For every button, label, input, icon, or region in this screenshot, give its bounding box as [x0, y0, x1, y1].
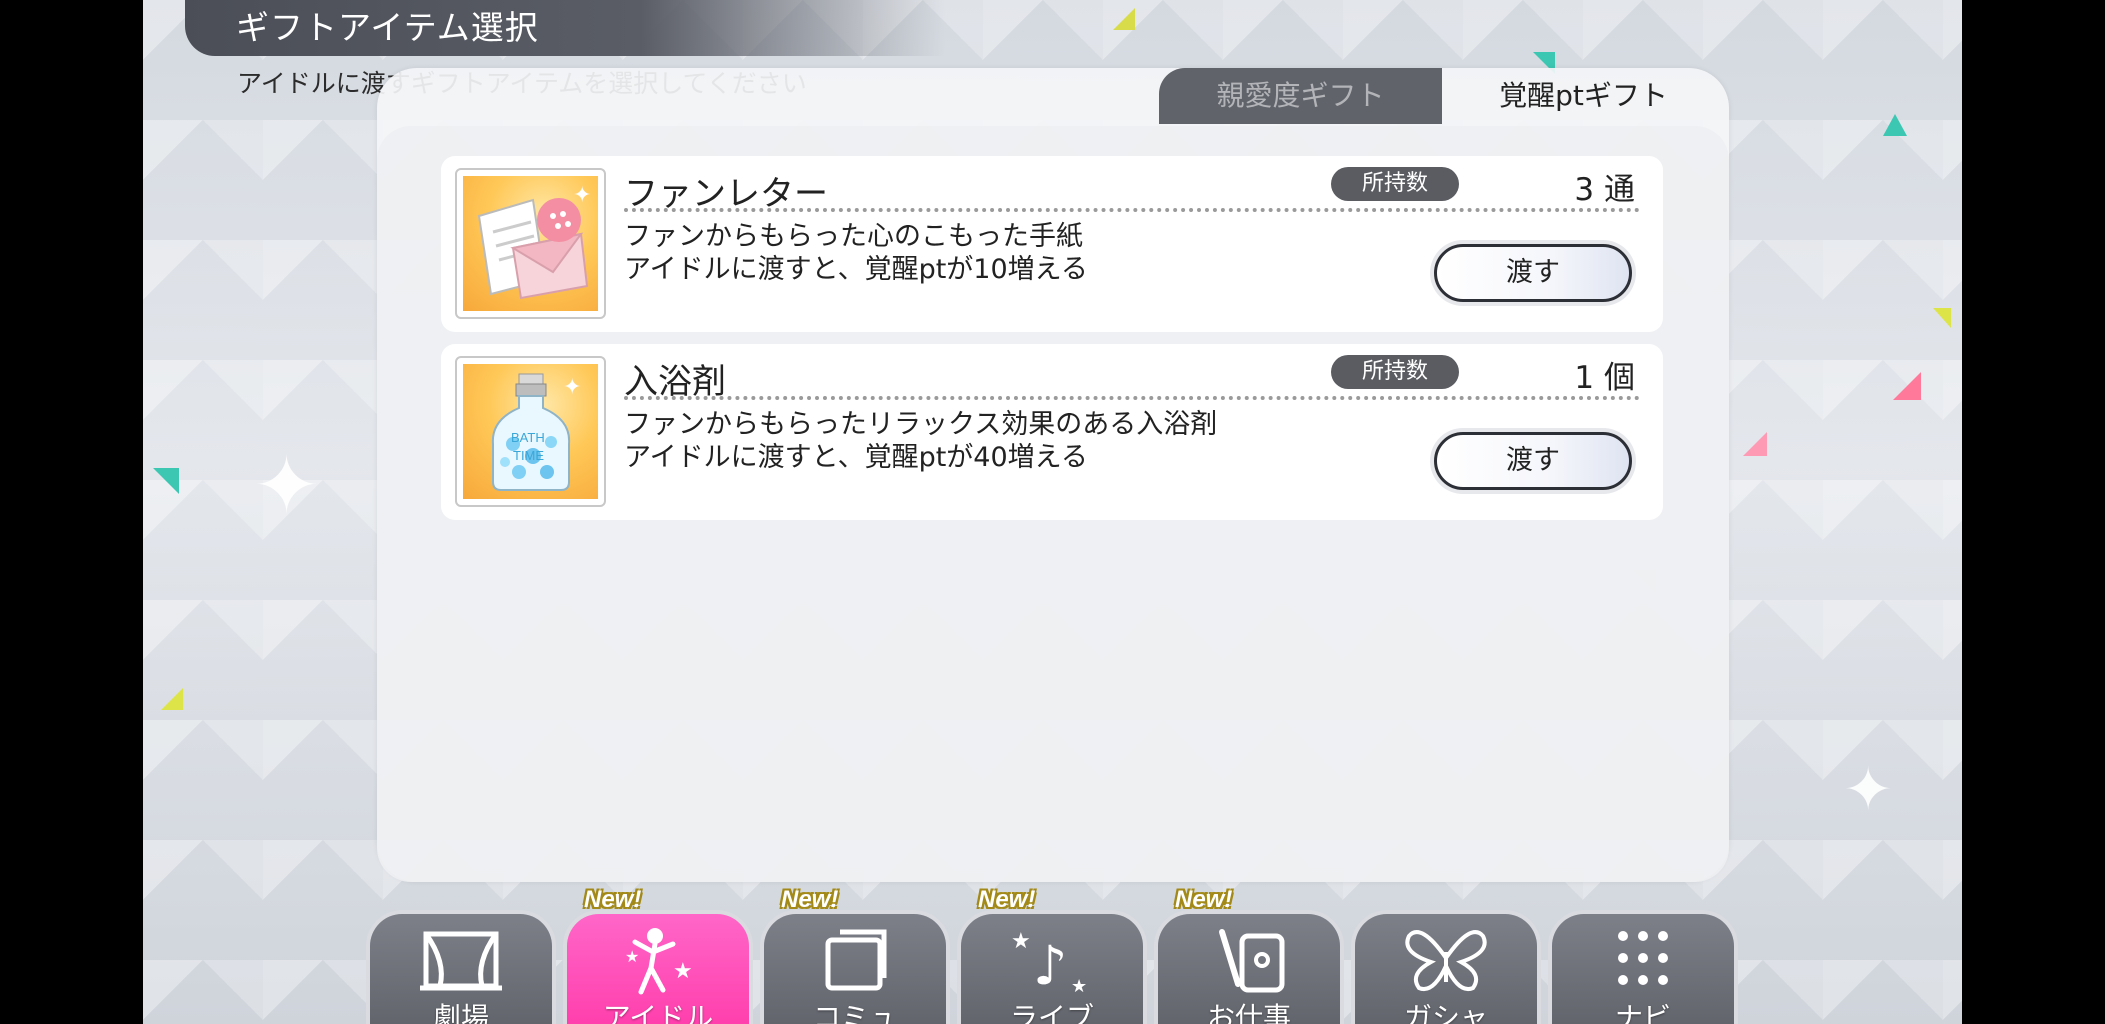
give-button[interactable]: 渡す: [1434, 432, 1632, 490]
confetti-decoration: [1743, 432, 1767, 456]
item-description-line: アイドルに渡すと、覚醒ptが40増える: [624, 442, 1088, 473]
give-button[interactable]: 渡す: [1434, 244, 1632, 302]
nav-theater[interactable]: 劇場: [366, 910, 556, 1024]
item-description-line: ファンからもらったリラックス効果のある入浴剤: [624, 409, 1218, 440]
new-badge: New!: [1175, 886, 1233, 913]
svg-text:♪: ♪: [1033, 934, 1067, 996]
fan-letter-icon: ✦: [477, 183, 591, 300]
idol-icon: ★ ★: [625, 928, 693, 995]
new-badge: New!: [584, 886, 642, 913]
nav-work[interactable]: お仕事: [1154, 910, 1344, 1024]
nav-idol[interactable]: ★ ★ アイドル: [563, 910, 753, 1024]
svg-text:★: ★: [1011, 929, 1031, 954]
divider: [624, 396, 1640, 400]
item-description-line: ファンからもらった心のこもった手紙: [624, 221, 1083, 252]
new-badge: New!: [781, 886, 839, 913]
owned-count-badge: 所持数: [1331, 167, 1459, 201]
item-description: ファンからもらった心のこもった手紙 アイドルに渡すと、覚醒ptが10増える: [624, 220, 1088, 286]
theater-icon: [420, 931, 502, 991]
svg-text:BATH: BATH: [511, 430, 545, 445]
svg-text:TIME: TIME: [513, 448, 544, 463]
svg-text:★: ★: [1071, 976, 1087, 996]
item-description-line: アイドルに渡すと、覚醒ptが10増える: [624, 254, 1088, 285]
tab-affinity-gift[interactable]: 親愛度ギフト: [1159, 68, 1442, 124]
confetti-decoration: [1883, 114, 1907, 136]
svg-text:★: ★: [673, 959, 693, 984]
work-icon: [1219, 929, 1285, 993]
nav-navi[interactable]: ナビ: [1548, 910, 1738, 1024]
bath-salt-thumbnail: BATH TIME ✦: [455, 356, 606, 507]
nav-label: アイドル: [602, 1001, 714, 1024]
svg-text:✦: ✦: [563, 375, 581, 400]
sparkle-decoration: ✦: [1843, 755, 1894, 825]
divider: [624, 208, 1640, 212]
owned-count: 3 通: [1574, 172, 1635, 208]
confetti-decoration: [161, 688, 183, 710]
fan-letter-thumbnail: ✦: [455, 168, 606, 319]
bath-salt-icon: BATH TIME ✦: [491, 373, 581, 491]
nav-gacha[interactable]: ガシャ: [1351, 910, 1541, 1024]
gacha-icon: [1405, 930, 1487, 991]
confetti-decoration: [1113, 8, 1135, 30]
new-badge: New!: [978, 886, 1036, 913]
nav-live[interactable]: ★ ♪ ★ ライブ: [957, 910, 1147, 1024]
owned-count: 1 個: [1574, 360, 1635, 396]
tab-awakening-pt-gift[interactable]: 覚醒ptギフト: [1442, 68, 1725, 124]
live-icon: ★ ♪ ★: [1011, 929, 1087, 996]
confetti-decoration: [153, 468, 179, 494]
svg-text:✦: ✦: [573, 183, 591, 208]
nav-label: 劇場: [432, 1001, 489, 1024]
nav-label: コミュ: [812, 1001, 897, 1024]
sparkle-decoration: ✦: [253, 439, 321, 532]
confetti-decoration: [1933, 308, 1951, 328]
list-item: ✦ ファンレター 所持数 3 通 ファンからもらった心のこもった手紙 アイドルに…: [441, 156, 1663, 332]
nav-label: ライブ: [1009, 1001, 1094, 1024]
nav-label: お仕事: [1206, 1001, 1291, 1024]
nav-label: ガシャ: [1403, 1001, 1488, 1024]
commu-icon: [825, 929, 887, 991]
confetti-decoration: [1893, 372, 1921, 400]
navi-icon: [1618, 931, 1668, 985]
owned-count-badge: 所持数: [1331, 355, 1459, 389]
nav-commu[interactable]: コミュ: [760, 910, 950, 1024]
item-description: ファンからもらったリラックス効果のある入浴剤 アイドルに渡すと、覚醒ptが40増…: [624, 408, 1217, 474]
list-item: BATH TIME ✦ 入浴剤 所持数 1 個 ファンからもらったリラックス効果…: [441, 344, 1663, 520]
nav-label: ナビ: [1614, 1001, 1671, 1024]
svg-text:★: ★: [625, 947, 639, 966]
page-title: ギフトアイテム選択: [236, 8, 539, 47]
